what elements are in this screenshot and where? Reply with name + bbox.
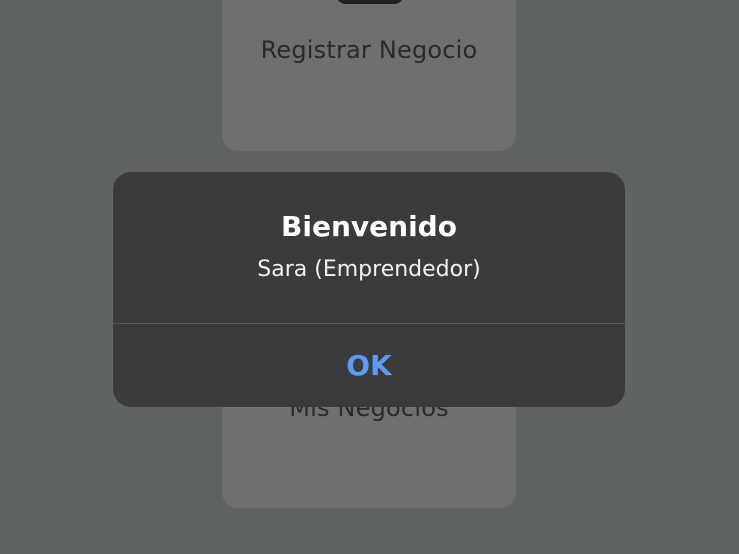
register-business-label: Registrar Negocio — [260, 36, 478, 64]
register-business-card[interactable]: Registrar Negocio — [222, 0, 516, 151]
screen: Registrar Negocio Mis Negocios Bienvenid… — [0, 0, 739, 554]
alert-message: Sara (Emprendedor) — [257, 257, 481, 282]
briefcase-icon — [336, 0, 404, 4]
alert-title: Bienvenido — [281, 210, 457, 243]
ok-button[interactable]: OK — [113, 324, 625, 407]
welcome-alert: Bienvenido Sara (Emprendedor) OK — [113, 172, 625, 407]
